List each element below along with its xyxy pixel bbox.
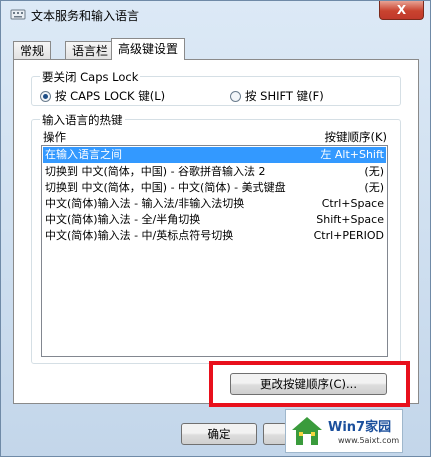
row-action: 切换到 中文(简体，中国) - 谷歌拼音输入法 2	[45, 165, 266, 178]
watermark-logo: Win7家园 www.5aixt.com	[285, 409, 403, 453]
hotkeys-group-label: 输入语言的热键	[40, 112, 125, 128]
tab-general[interactable]: 常规	[13, 41, 52, 59]
title-bar[interactable]: 文本服务和输入语言 X	[1, 1, 430, 29]
row-keys: Ctrl+PERIOD	[313, 229, 384, 242]
cancel-button[interactable]	[263, 423, 287, 445]
list-item[interactable]: 中文(简体)输入法 - 中/英标点符号切换 Ctrl+PERIOD	[43, 228, 386, 244]
watermark-title: Win7家园	[328, 420, 392, 435]
caps-lock-group-label: 要关闭 Caps Lock	[40, 69, 141, 85]
tab-language-bar[interactable]: 语言栏	[65, 41, 116, 59]
radio-shift-key[interactable]: 按 SHIFT 键(F)	[230, 88, 324, 104]
column-header-key-sequence: 按键顺序(K)	[324, 130, 387, 144]
list-item[interactable]: 中文(简体)输入法 - 输入法/非输入法切换 Ctrl+Space	[43, 196, 386, 212]
keyboard-icon	[10, 9, 26, 20]
row-keys: (无)	[364, 181, 384, 194]
ok-button[interactable]: 确定	[181, 423, 257, 445]
row-action: 切换到 中文(简体，中国) - 中文(简体) - 美式键盘	[45, 181, 286, 194]
row-keys: Ctrl+Space	[321, 197, 384, 210]
tab-advanced-key-settings[interactable]: 高级键设置	[111, 38, 186, 60]
close-icon: X	[396, 3, 407, 17]
radio-checked-icon	[40, 91, 51, 102]
watermark-url: www.5aixt.com	[338, 436, 400, 445]
radio-shift-key-label: 按 SHIFT 键(F)	[245, 89, 324, 103]
row-action: 中文(简体)输入法 - 中/英标点符号切换	[45, 229, 234, 242]
list-item[interactable]: 切换到 中文(简体，中国) - 中文(简体) - 美式键盘 (无)	[43, 180, 386, 196]
close-button[interactable]: X	[379, 1, 424, 20]
change-key-sequence-button[interactable]: 更改按键顺序(C)...	[230, 373, 387, 395]
radio-caps-lock-key[interactable]: 按 CAPS LOCK 键(L)	[40, 88, 165, 104]
radio-unchecked-icon	[230, 91, 241, 102]
hotkeys-list[interactable]: 在输入语言之间 左 Alt+Shift 切换到 中文(简体，中国) - 谷歌拼音…	[41, 145, 388, 357]
hotkeys-list-header: 操作 按键顺序(K)	[31, 129, 387, 144]
row-action: 中文(简体)输入法 - 全/半角切换	[45, 213, 201, 226]
row-action: 中文(简体)输入法 - 输入法/非输入法切换	[45, 197, 245, 210]
list-item[interactable]: 在输入语言之间 左 Alt+Shift	[43, 147, 386, 163]
dialog-window: 文本服务和输入语言 X 常规 语言栏 高级键设置 要关闭 Caps Lock 按…	[0, 0, 431, 457]
row-action: 在输入语言之间	[45, 148, 122, 161]
row-keys: 左 Alt+Shift	[320, 148, 384, 161]
house-icon	[292, 417, 322, 445]
radio-caps-lock-key-label: 按 CAPS LOCK 键(L)	[55, 89, 166, 103]
row-keys: (无)	[364, 165, 384, 178]
window-title: 文本服务和输入语言	[31, 9, 140, 23]
list-item[interactable]: 中文(简体)输入法 - 全/半角切换 Shift+Space	[43, 212, 386, 228]
row-keys: Shift+Space	[316, 213, 384, 226]
list-item[interactable]: 切换到 中文(简体，中国) - 谷歌拼音输入法 2 (无)	[43, 164, 386, 180]
column-header-action: 操作	[43, 130, 66, 144]
tab-strip: 常规 语言栏 高级键设置	[13, 38, 413, 60]
